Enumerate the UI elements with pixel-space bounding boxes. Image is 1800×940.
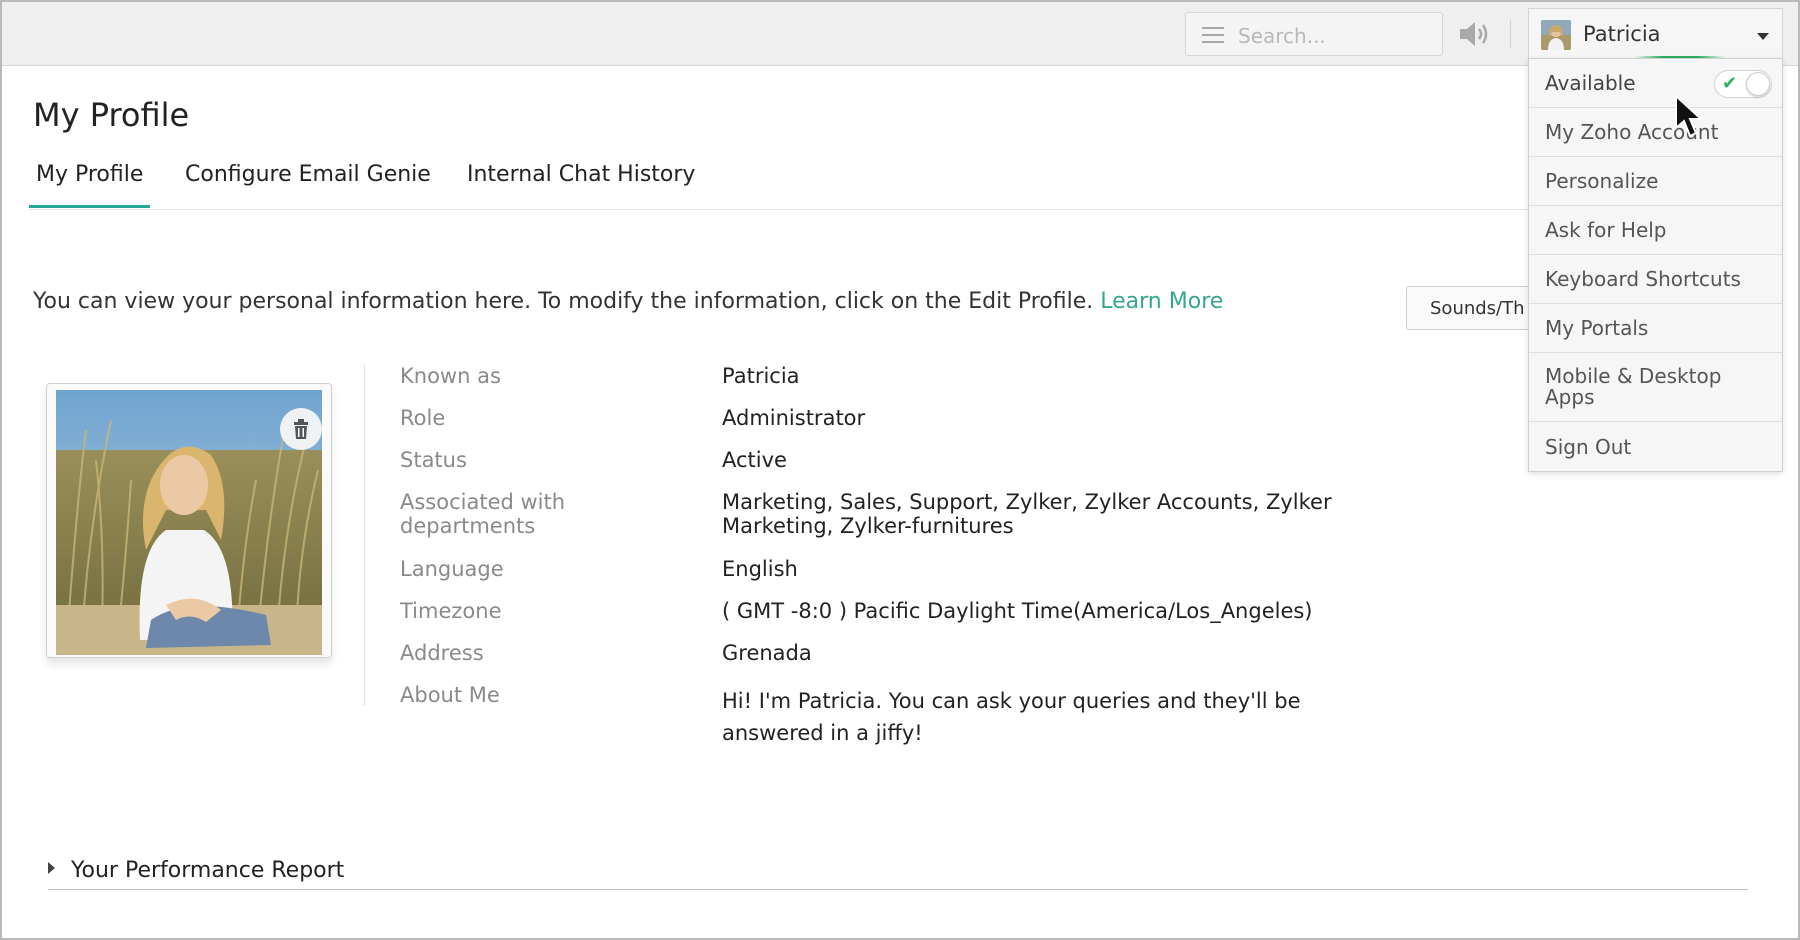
user-name: Patricia xyxy=(1583,22,1661,46)
tab-configure-email-genie[interactable]: Configure Email Genie xyxy=(185,162,431,208)
menu-item-keyboard-shortcuts[interactable]: Keyboard Shortcuts xyxy=(1529,255,1782,304)
search-placeholder: Search... xyxy=(1238,24,1326,48)
speaker-icon[interactable] xyxy=(1458,19,1490,49)
field-label-status: Status xyxy=(400,448,467,472)
menu-item-label: Mobile & Desktop Apps xyxy=(1545,364,1722,409)
field-value-about-me: Hi! I'm Patricia. You can ask your queri… xyxy=(722,689,1301,745)
learn-more-link[interactable]: Learn More xyxy=(1100,289,1223,314)
trash-icon xyxy=(294,419,308,439)
field-label-known-as: Known as xyxy=(400,364,501,388)
available-toggle[interactable]: ✔ xyxy=(1714,70,1772,98)
top-bar: Search... Patricia xyxy=(2,2,1798,66)
menu-item-my-portals[interactable]: My Portals xyxy=(1529,304,1782,353)
tabs-divider xyxy=(29,209,1528,210)
field-value-role: Administrator xyxy=(722,406,866,430)
performance-report-toggle[interactable]: Your Performance Report xyxy=(48,858,344,883)
caret-right-icon xyxy=(48,862,55,874)
menu-item-mobile-desktop-apps[interactable]: Mobile & Desktop Apps xyxy=(1529,353,1782,422)
delete-photo-button[interactable] xyxy=(280,408,322,450)
menu-item-label: My Portals xyxy=(1545,316,1649,340)
field-label-address: Address xyxy=(400,641,484,665)
tab-my-profile[interactable]: My Profile xyxy=(29,162,151,208)
tab-label: My Profile xyxy=(36,162,144,187)
topbar-divider xyxy=(1510,20,1511,48)
field-value-timezone: ( GMT -8:0 ) Pacific Daylight Time(Ameri… xyxy=(722,599,1313,623)
performance-divider xyxy=(48,889,1748,890)
menu-item-personalize[interactable]: Personalize xyxy=(1529,157,1782,206)
menu-item-label: Ask for Help xyxy=(1545,218,1667,242)
chevron-down-icon xyxy=(1757,33,1769,40)
profile-photo-card xyxy=(46,383,332,658)
avatar xyxy=(1541,20,1571,50)
check-icon: ✔ xyxy=(1722,73,1738,94)
page-title: My Profile xyxy=(33,96,190,134)
menu-item-my-zoho-account[interactable]: My Zoho Account xyxy=(1529,108,1782,157)
tab-internal-chat-history[interactable]: Internal Chat History xyxy=(467,162,695,208)
field-label-timezone: Timezone xyxy=(400,599,502,623)
search-box[interactable]: Search... xyxy=(1185,12,1443,56)
user-dropdown-menu: Available ✔ My Zoho Account Personalize … xyxy=(1528,58,1783,472)
field-value-status: Active xyxy=(722,448,787,472)
field-label-role: Role xyxy=(400,406,446,430)
field-value-departments: Marketing, Sales, Support, Zylker, Zylke… xyxy=(722,490,1332,538)
details-divider xyxy=(364,364,365,706)
menu-item-label: Keyboard Shortcuts xyxy=(1545,267,1741,291)
mouse-cursor-icon xyxy=(1675,94,1704,138)
performance-report-label: Your Performance Report xyxy=(71,858,345,883)
sounds-button-label: Sounds/Th xyxy=(1430,298,1525,319)
sounds-themes-button[interactable]: Sounds/Th xyxy=(1406,286,1528,330)
menu-item-sign-out[interactable]: Sign Out xyxy=(1529,422,1782,471)
intro-sentence: You can view your personal information h… xyxy=(33,289,1094,314)
menu-item-ask-for-help[interactable]: Ask for Help xyxy=(1529,206,1782,255)
menu-icon[interactable] xyxy=(1202,27,1224,43)
field-label-departments: Associated with departments xyxy=(400,490,566,538)
tab-label: Internal Chat History xyxy=(467,162,696,187)
toggle-knob xyxy=(1746,72,1770,96)
tab-label: Configure Email Genie xyxy=(185,162,431,187)
field-value-address: Grenada xyxy=(722,641,812,665)
field-value-known-as: Patricia xyxy=(722,364,800,388)
user-menu-button[interactable]: Patricia xyxy=(1528,8,1783,60)
menu-item-label: Sign Out xyxy=(1545,434,1632,459)
menu-item-available: Available ✔ xyxy=(1529,59,1782,108)
app-window: Search... Patricia Available ✔ My Zoho A… xyxy=(0,0,1800,940)
field-value-language: English xyxy=(722,557,798,581)
intro-text: You can view your personal information h… xyxy=(33,289,1223,314)
field-label-about-me: About Me xyxy=(400,683,500,707)
available-label: Available xyxy=(1545,71,1636,95)
menu-item-label: Personalize xyxy=(1545,169,1659,193)
field-label-language: Language xyxy=(400,557,504,581)
profile-photo xyxy=(56,390,322,655)
